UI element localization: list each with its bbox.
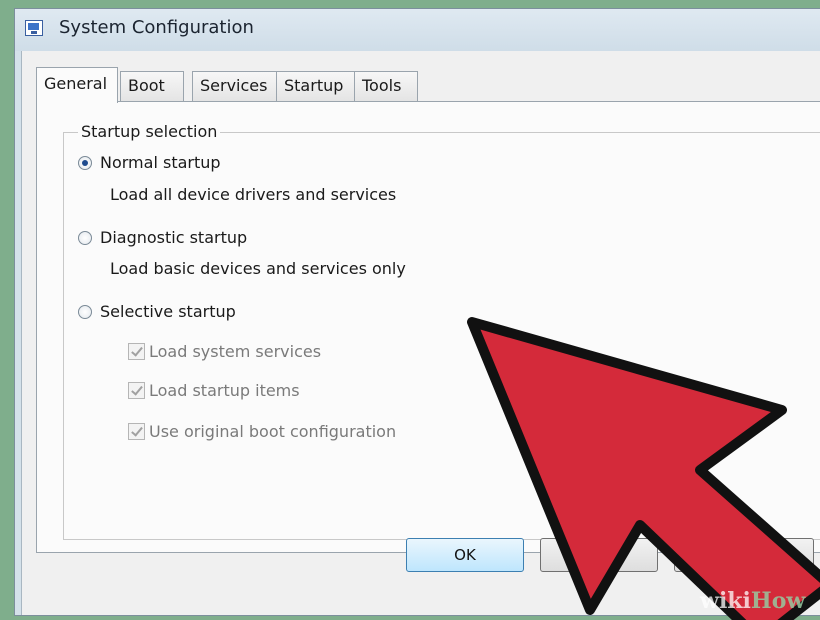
use-original-boot-config-checkbox[interactable]: Use original boot configuration: [128, 422, 396, 441]
load-startup-items-checkbox[interactable]: Load startup items: [128, 381, 300, 400]
radio-selected-icon[interactable]: [78, 155, 92, 170]
load-startup-items-label[interactable]: Load startup items: [149, 381, 300, 400]
general-tab-panel: Startup selection Normal startup Load al…: [36, 101, 820, 553]
diagnostic-startup-radio[interactable]: Diagnostic startup: [78, 228, 247, 247]
tab-tools[interactable]: Tools: [354, 71, 418, 101]
diagnostic-startup-label[interactable]: Diagnostic startup: [100, 228, 247, 247]
radio-unselected-icon[interactable]: [78, 230, 92, 245]
normal-startup-description: Load all device drivers and services: [110, 185, 397, 204]
client-area: General Boot Services Startup Tools Star…: [21, 51, 820, 615]
checkbox-checked-icon[interactable]: [128, 382, 145, 399]
selective-startup-radio[interactable]: Selective startup: [78, 302, 236, 321]
load-system-services-label[interactable]: Load system services: [149, 342, 321, 361]
selective-startup-label[interactable]: Selective startup: [100, 302, 236, 321]
wikihow-watermark: wikiHow: [700, 588, 806, 614]
cancel-button[interactable]: Cancel: [540, 538, 658, 572]
normal-startup-radio[interactable]: Normal startup: [78, 153, 221, 172]
ok-button[interactable]: OK: [406, 538, 524, 572]
startup-selection-legend: Startup selection: [78, 122, 221, 141]
checkbox-checked-icon[interactable]: [128, 343, 145, 360]
title-bar[interactable]: System Configuration: [15, 9, 820, 51]
use-original-boot-config-label[interactable]: Use original boot configuration: [149, 422, 396, 441]
normal-startup-label[interactable]: Normal startup: [100, 153, 221, 172]
tab-services[interactable]: Services: [192, 71, 278, 101]
checkbox-checked-icon[interactable]: [128, 423, 145, 440]
radio-unselected-icon[interactable]: [78, 304, 92, 319]
system-configuration-window: System Configuration General Boot Servic…: [14, 8, 820, 616]
diagnostic-startup-description: Load basic devices and services only: [110, 259, 406, 278]
tab-startup[interactable]: Startup: [276, 71, 356, 101]
msconfig-app-icon: [25, 20, 43, 36]
tab-general[interactable]: General: [36, 67, 118, 103]
apply-button[interactable]: Apply: [674, 538, 814, 572]
tab-boot[interactable]: Boot: [120, 71, 184, 101]
window-title: System Configuration: [59, 17, 254, 38]
load-system-services-checkbox[interactable]: Load system services: [128, 342, 321, 361]
startup-selection-group: Startup selection Normal startup Load al…: [63, 122, 820, 540]
